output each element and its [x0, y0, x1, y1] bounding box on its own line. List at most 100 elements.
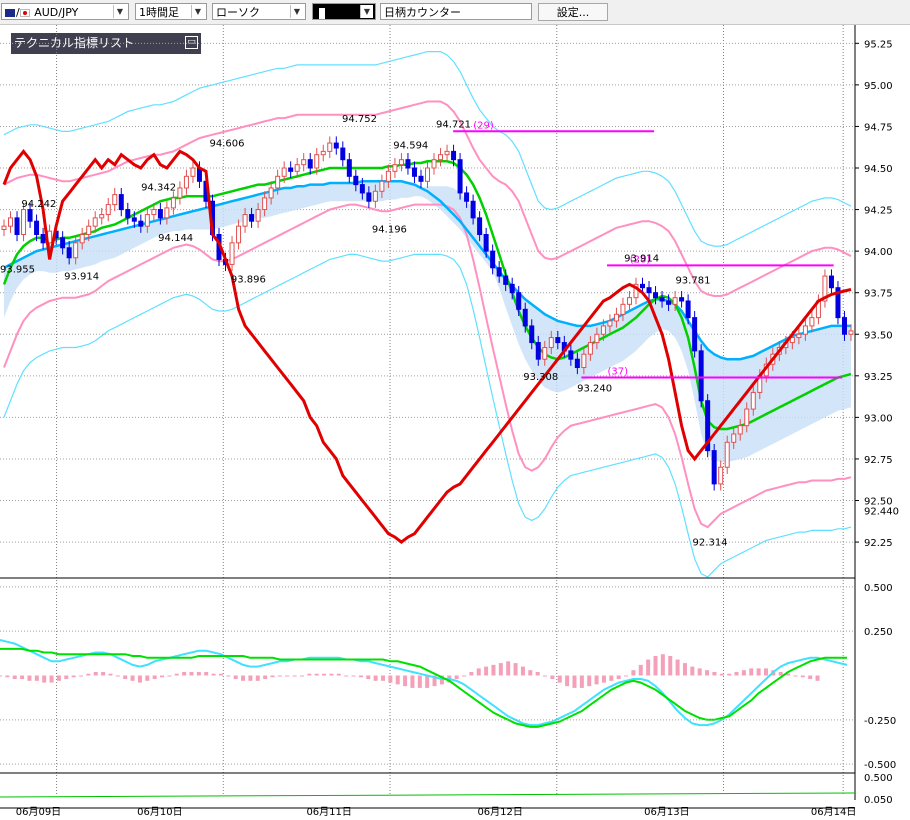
subpanel-tick-label: 0.500 — [864, 773, 893, 784]
macd-histogram-bar — [395, 675, 400, 685]
macd-histogram-bar — [329, 673, 334, 676]
candle-body — [653, 292, 659, 299]
candle-body — [548, 337, 554, 349]
macd-histogram-bar — [705, 670, 710, 676]
macd-histogram-bar — [815, 675, 820, 681]
macd-histogram-bar — [646, 659, 651, 676]
signal-line — [0, 647, 847, 728]
candle-body — [249, 214, 255, 222]
macd-histogram-bar — [263, 675, 268, 680]
macd-tick-label: -0.500 — [864, 760, 896, 771]
price-tick-label: 95.00 — [864, 81, 893, 92]
candle-body — [620, 303, 626, 315]
candle-body — [692, 317, 698, 352]
macd-histogram-bar — [167, 675, 172, 677]
macd-tick-label: 0.500 — [864, 583, 893, 594]
macd-histogram-bar — [101, 671, 106, 676]
symbol-select[interactable]: / AUD/JPY ▼ — [1, 3, 129, 20]
candle-body — [698, 350, 704, 402]
macd-histogram-bar — [137, 675, 142, 683]
symbol-value: AUD/JPY — [34, 6, 79, 19]
candle-body — [236, 225, 242, 244]
macd-tick-label: -0.250 — [864, 716, 896, 727]
macd-histogram-bar — [498, 663, 503, 676]
macd-histogram-bar — [27, 675, 32, 681]
price-annotation: 93.914 — [64, 271, 99, 282]
macd-histogram-bar — [741, 670, 746, 676]
candle-body — [555, 337, 561, 344]
candle-body — [607, 320, 613, 327]
counter-toggle[interactable]: 日柄カウンター — [380, 3, 532, 20]
cursor-icon — [319, 7, 325, 19]
candle-body — [490, 250, 496, 269]
chevron-down-icon[interactable]: ▼ — [290, 5, 303, 18]
macd-histogram-bar — [174, 673, 179, 676]
candle-body — [229, 242, 235, 265]
subpanel-tick-label: 0.050 — [864, 795, 893, 806]
price-tick-label: 92.25 — [864, 538, 893, 549]
candle-body — [288, 167, 294, 172]
candle-body — [457, 159, 463, 194]
macd-histogram-bar — [719, 673, 724, 676]
macd-histogram-bar — [5, 675, 10, 678]
macd-histogram-bar — [697, 668, 702, 676]
candle-body — [496, 267, 502, 277]
candle-body — [14, 217, 20, 235]
macd-histogram-bar — [123, 675, 128, 680]
price-annotation: 94.594 — [393, 140, 428, 151]
candle-body — [392, 164, 398, 172]
macd-histogram-bar — [336, 673, 341, 676]
macd-histogram-bar — [196, 671, 201, 676]
price-tick-label: 95.25 — [864, 39, 893, 50]
candle-body — [425, 167, 430, 182]
macd-histogram-bar — [160, 675, 165, 678]
settings-button[interactable]: 設定... — [538, 3, 608, 21]
chevron-down-icon[interactable]: ▼ — [113, 5, 126, 18]
macd-histogram-bar — [624, 675, 629, 677]
macd-histogram-bar — [42, 675, 47, 683]
candle-body — [679, 297, 685, 302]
candle-body — [170, 197, 176, 209]
candle-body — [60, 237, 66, 249]
candle-body — [372, 190, 378, 202]
macd-histogram-bar — [535, 671, 540, 676]
candle-body — [581, 353, 587, 369]
macd-histogram-bar — [248, 675, 253, 681]
candle-body — [451, 150, 457, 161]
price-annotation: 94.606 — [209, 138, 244, 149]
macd-histogram-bar — [660, 654, 665, 676]
date-label: 06月11日 — [306, 806, 351, 818]
price-annotation: 93.914 — [624, 253, 659, 264]
macd-histogram-bar — [211, 673, 216, 676]
macd-histogram-bar — [778, 671, 783, 676]
chart-type-select[interactable]: ローソク ▼ — [212, 3, 306, 20]
candle-body — [685, 300, 691, 319]
price-tick-label: 93.00 — [864, 413, 893, 424]
candle-body — [275, 175, 281, 189]
price-tick-label: 94.75 — [864, 122, 893, 133]
price-chart[interactable]: (29)(28)(37) 94.24293.95593.91494.34294.… — [0, 25, 910, 820]
candle-body — [542, 347, 548, 360]
candle-body — [125, 209, 131, 219]
candle-body — [744, 408, 750, 427]
candle-body — [144, 214, 150, 227]
macd-histogram-bar — [403, 675, 408, 687]
macd-histogram-bar — [366, 675, 371, 680]
macd-histogram-bar — [71, 675, 76, 678]
candle-body — [574, 358, 580, 368]
candle-body — [177, 187, 183, 199]
macd-histogram-bar — [587, 675, 592, 687]
macd-histogram-bar — [277, 675, 282, 677]
timeframe-select[interactable]: 1時間足 ▼ — [135, 3, 207, 20]
timeframe-value: 1時間足 — [139, 6, 179, 19]
date-label: 06月13日 — [644, 806, 689, 818]
macd-histogram-bar — [20, 675, 25, 680]
candle-body — [848, 330, 854, 335]
macd-histogram-bar — [86, 673, 91, 676]
drawing-tool-select[interactable]: ▼ — [312, 3, 376, 20]
chevron-down-icon[interactable]: ▼ — [191, 5, 204, 18]
candle-body — [379, 180, 385, 192]
macd-histogram-bar — [469, 671, 474, 676]
chevron-down-icon[interactable]: ▼ — [360, 5, 373, 18]
candle-body — [1, 225, 7, 231]
